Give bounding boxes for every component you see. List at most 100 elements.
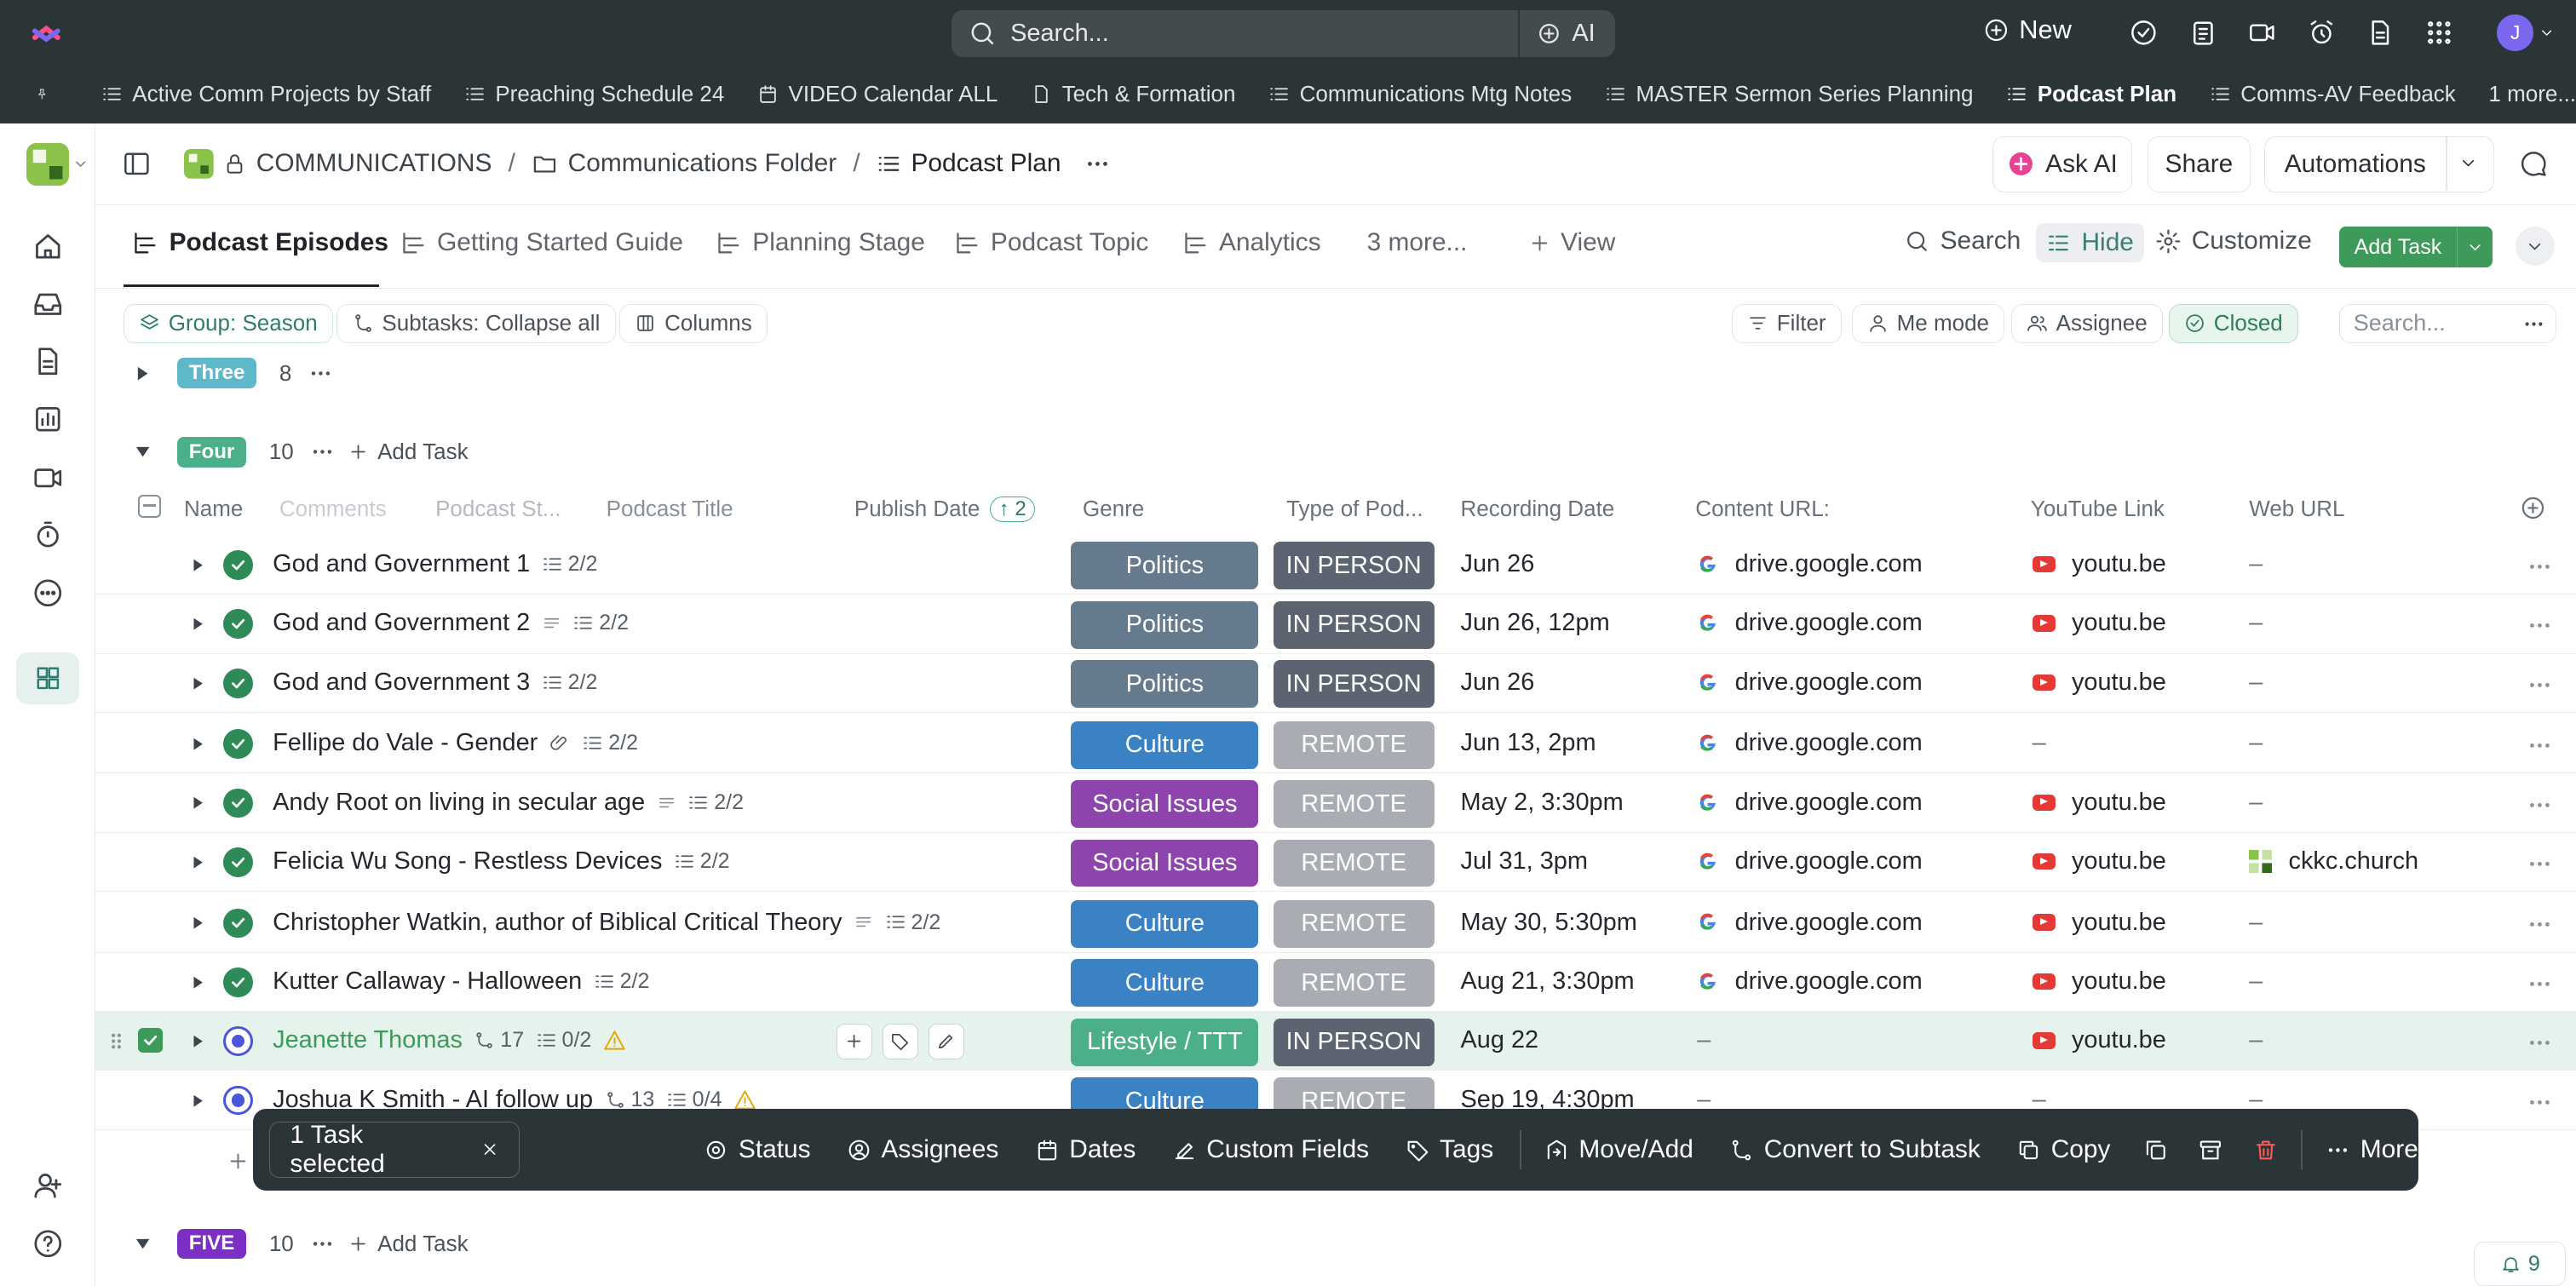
youtube-link-text[interactable]: youtu.be	[2072, 847, 2166, 876]
row-more-icon[interactable]	[2527, 792, 2553, 818]
attachment-indicator[interactable]	[549, 732, 571, 754]
expand-caret-icon[interactable]	[191, 1093, 205, 1109]
breadcrumb-list[interactable]: Podcast Plan	[877, 149, 1061, 178]
col-comments[interactable]: Comments	[279, 496, 387, 522]
recording-date[interactable]: Jun 26	[1461, 550, 1535, 578]
hide-button[interactable]: Hide	[2035, 223, 2144, 262]
subtask-count[interactable]: 0/2	[536, 1028, 591, 1053]
subtask-count[interactable]: 2/2	[885, 910, 940, 935]
automations-button[interactable]: Automations	[2263, 136, 2494, 192]
task-name[interactable]: God and Government 3	[273, 669, 530, 697]
fav-item-active-comm[interactable]: Active Comm Projects by Staff	[101, 81, 431, 107]
group-by-chip[interactable]: Group: Season	[123, 303, 334, 344]
content-url-cell[interactable]: drive.google.com	[1697, 669, 1923, 697]
assignees-action[interactable]: Assignees	[847, 1135, 998, 1164]
collapse-header-button[interactable]	[2515, 227, 2555, 267]
row-actions[interactable]	[2527, 1030, 2553, 1056]
col-recording-date[interactable]: Recording Date	[1461, 496, 1615, 522]
youtube-link-cell[interactable]: youtu.be	[2032, 1026, 2166, 1054]
recording-date[interactable]: Jul 31, 3pm	[1461, 847, 1588, 876]
duplicate-icon[interactable]	[2143, 1137, 2169, 1163]
podcast-type-tag[interactable]: IN PERSON	[1273, 1018, 1435, 1066]
row-actions[interactable]	[2527, 1089, 2553, 1116]
add-task-dropdown[interactable]	[2456, 227, 2493, 268]
more-action[interactable]: More	[2326, 1135, 2418, 1164]
row-more-icon[interactable]	[2527, 971, 2553, 997]
web-url-cell[interactable]: –	[2249, 967, 2263, 996]
task-name-cell[interactable]: Christopher Watkin, author of Biblical C…	[273, 909, 940, 937]
status-indicator[interactable]	[223, 908, 253, 939]
table-row[interactable]: Christopher Watkin, author of Biblical C…	[95, 893, 2576, 953]
youtube-link-cell[interactable]: –	[2033, 729, 2046, 757]
row-more-icon[interactable]	[2527, 554, 2553, 580]
task-name-cell[interactable]: Felicia Wu Song - Restless Devices 2/2	[273, 847, 730, 876]
status-indicator[interactable]	[223, 1085, 253, 1116]
col-publish-date[interactable]: Publish Date ↑ 2	[854, 496, 1036, 522]
plus-icon[interactable]	[227, 1150, 250, 1173]
recording-date[interactable]: May 2, 3:30pm	[1461, 789, 1624, 817]
status-indicator[interactable]	[223, 847, 253, 877]
more-circle-icon[interactable]	[32, 577, 65, 610]
col-web-url[interactable]: Web URL	[2249, 496, 2344, 522]
youtube-link-cell[interactable]: youtu.be	[2032, 550, 2166, 578]
content-url-text[interactable]: drive.google.com	[1735, 847, 1923, 876]
content-url-cell[interactable]: drive.google.com	[1697, 609, 1923, 637]
expand-caret-icon[interactable]	[191, 557, 205, 573]
subtask-count[interactable]: 2/2	[674, 849, 730, 874]
timesheets-icon[interactable]	[32, 519, 65, 552]
task-name[interactable]: Kutter Callaway - Halloween	[273, 967, 582, 996]
podcast-type-tag[interactable]: IN PERSON	[1273, 660, 1435, 709]
status-action[interactable]: Status	[704, 1135, 811, 1164]
fav-item-tech-formation[interactable]: Tech & Formation	[1031, 81, 1235, 107]
youtube-link-text[interactable]: youtu.be	[2072, 909, 2166, 937]
document-icon[interactable]	[2366, 18, 2395, 48]
archive-icon[interactable]	[2198, 1137, 2223, 1163]
recording-date[interactable]: Jun 26, 12pm	[1461, 609, 1610, 637]
inbox-icon[interactable]	[32, 288, 65, 321]
group-add-task[interactable]: Add Task	[348, 1231, 469, 1257]
row-checkbox[interactable]	[137, 1028, 163, 1053]
subtask-count[interactable]: 2/2	[542, 670, 597, 695]
more-horizontal-icon[interactable]	[2522, 313, 2545, 336]
sidebar-toggle-icon[interactable]	[122, 149, 152, 179]
recording-date[interactable]: May 30, 5:30pm	[1461, 909, 1637, 937]
invite-user-icon[interactable]	[32, 1169, 65, 1203]
status-indicator[interactable]	[223, 788, 253, 818]
task-name-cell[interactable]: God and Government 1 2/2	[273, 550, 597, 578]
add-task-button[interactable]: Add Task	[2339, 227, 2493, 268]
tab-podcast-topic[interactable]: Podcast Topic	[953, 228, 1148, 257]
content-url-text[interactable]: drive.google.com	[1735, 967, 1923, 996]
expand-caret-icon[interactable]	[191, 854, 205, 870]
chevron-down-icon[interactable]	[2539, 25, 2555, 41]
global-search-input[interactable]: Search...	[1010, 20, 1518, 48]
spaces-button[interactable]	[16, 652, 79, 705]
recording-date[interactable]: Aug 22	[1461, 1026, 1539, 1054]
content-url-text[interactable]: drive.google.com	[1735, 789, 1923, 817]
breadcrumb-space[interactable]: COMMUNICATIONS	[183, 149, 492, 179]
custom-fields-action[interactable]: Custom Fields	[1172, 1135, 1369, 1164]
recording-date[interactable]: Jun 13, 2pm	[1461, 729, 1596, 757]
youtube-link-text[interactable]: youtu.be	[2072, 967, 2166, 996]
move-add-action[interactable]: Move/Add	[1544, 1135, 1693, 1164]
subtask-count[interactable]: 2/2	[572, 611, 629, 635]
genre-tag[interactable]: Culture	[1071, 959, 1259, 1008]
copy-action[interactable]: Copy	[2016, 1135, 2110, 1164]
genre-tag[interactable]: Culture	[1071, 721, 1259, 769]
status-indicator[interactable]	[223, 550, 253, 580]
add-column-icon[interactable]	[2520, 495, 2546, 521]
task-name[interactable]: Andy Root on living in secular age	[273, 789, 645, 817]
col-podcast-title[interactable]: Podcast Title	[607, 496, 733, 522]
dates-action[interactable]: Dates	[1035, 1135, 1136, 1164]
chat-icon[interactable]	[2519, 149, 2549, 179]
clipboard-icon[interactable]	[2188, 18, 2218, 48]
content-url-text[interactable]: drive.google.com	[1735, 909, 1923, 937]
bottom-right-badge[interactable]: 9	[2474, 1242, 2567, 1286]
workspace-logo-icon[interactable]	[26, 142, 69, 186]
tab-getting-started[interactable]: Getting Started Guide	[400, 228, 683, 257]
close-icon[interactable]	[480, 1140, 499, 1159]
tags-action[interactable]: Tags	[1406, 1135, 1493, 1164]
web-url-text[interactable]: ckkc.church	[2289, 847, 2419, 876]
youtube-link-text[interactable]: youtu.be	[2072, 669, 2166, 697]
caret-right-icon[interactable]	[135, 365, 151, 382]
customize-button[interactable]: Customize	[2155, 227, 2312, 255]
